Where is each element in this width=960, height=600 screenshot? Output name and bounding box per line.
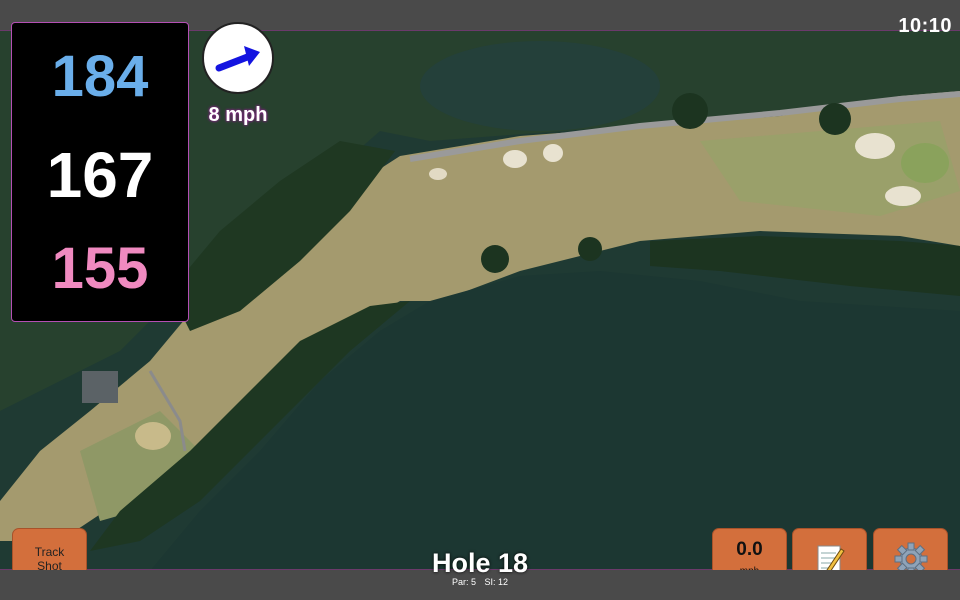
speed-value: 0.0 <box>736 539 763 560</box>
hole-stroke-index: SI: 12 <box>484 577 509 587</box>
track-shot-label-line1: Track <box>34 545 65 559</box>
hole-title: Hole 18 <box>431 548 529 578</box>
front-yardage: 155 <box>51 236 149 301</box>
middle-yardage: 167 <box>46 139 154 211</box>
wind-indicator <box>202 22 274 94</box>
clock: 10:10 <box>898 15 952 37</box>
arrow-icon <box>215 46 260 72</box>
hole-info: Par: 5 SI: 12 <box>380 577 580 587</box>
back-yardage: 184 <box>51 44 149 109</box>
hole-par: Par: 5 <box>451 577 476 587</box>
wind-speed: 8 mph <box>208 104 268 126</box>
yardage-panel: 184 167 155 <box>11 22 189 322</box>
